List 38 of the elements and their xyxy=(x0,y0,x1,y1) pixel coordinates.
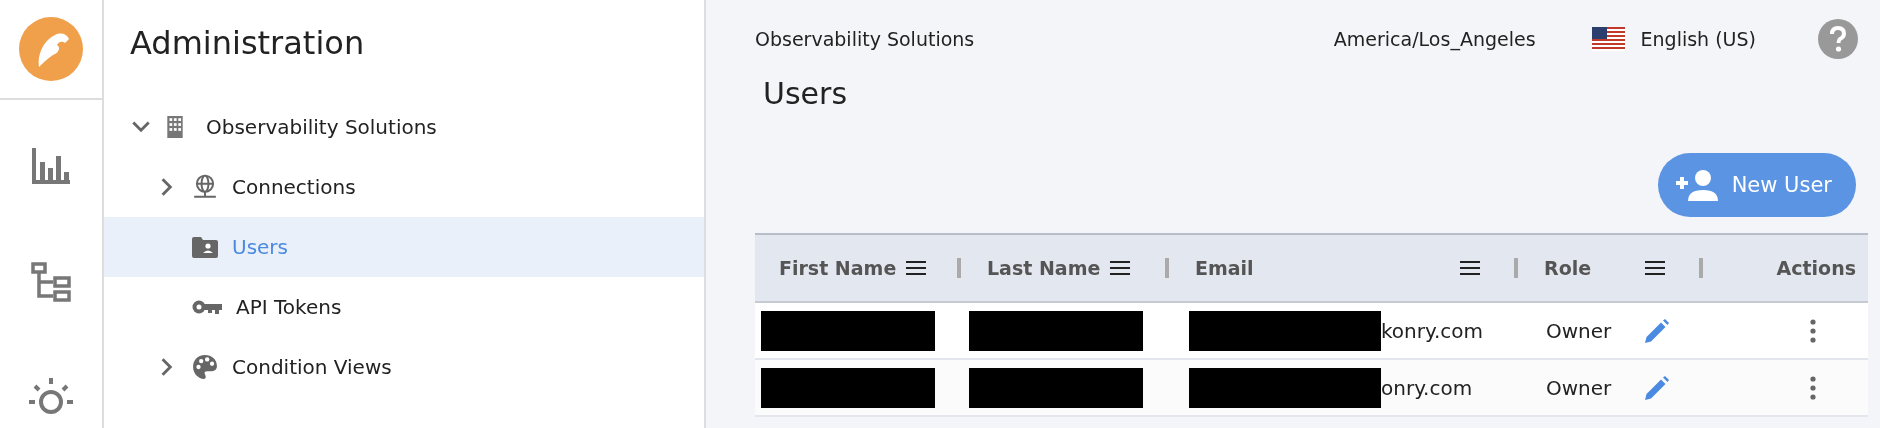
pencil-icon[interactable] xyxy=(1645,375,1670,400)
page-title: Users xyxy=(762,76,848,111)
hierarchy-icon[interactable] xyxy=(31,262,71,302)
building-icon xyxy=(166,116,184,138)
org-name: Observability Solutions xyxy=(755,28,975,50)
tree-item[interactable]: Observability Solutions xyxy=(104,97,704,157)
more-icon[interactable] xyxy=(1810,375,1816,400)
column-header[interactable]: Email xyxy=(1195,257,1254,279)
more-icon[interactable] xyxy=(1810,318,1816,343)
column-header[interactable]: Role xyxy=(1544,257,1592,279)
column-header[interactable]: First Name xyxy=(779,257,897,279)
column-header[interactable]: Actions xyxy=(1776,257,1856,279)
bar-chart-icon[interactable] xyxy=(31,148,71,184)
tree-item[interactable]: Users xyxy=(104,217,704,277)
palette-icon xyxy=(192,354,218,380)
role-text: Owner xyxy=(1546,318,1612,343)
column-header[interactable]: Last Name xyxy=(987,257,1101,279)
panel-title: Administration xyxy=(129,23,366,64)
us-flag-icon xyxy=(1591,27,1625,51)
key-icon xyxy=(192,299,222,315)
column-menu-icon[interactable] xyxy=(906,260,927,276)
email-text: konry.com xyxy=(1381,318,1484,343)
tree-item[interactable]: Condition Views xyxy=(104,337,704,397)
language-selector[interactable]: English (US) xyxy=(1591,27,1756,51)
tree-item[interactable]: Connections xyxy=(104,157,704,217)
column-menu-icon[interactable] xyxy=(1645,260,1665,276)
new-user-button[interactable]: New User xyxy=(1657,153,1856,217)
column-menu-icon[interactable] xyxy=(1460,260,1480,276)
help-icon[interactable] xyxy=(1818,19,1858,59)
add-user-icon xyxy=(1675,169,1720,201)
folder-user-icon xyxy=(192,236,218,258)
role-text: Owner xyxy=(1546,375,1612,400)
tree-item[interactable]: API Tokens xyxy=(104,277,704,337)
email-text: onry.com xyxy=(1381,375,1473,400)
pencil-icon[interactable] xyxy=(1645,318,1670,343)
globe-icon xyxy=(192,174,218,200)
column-menu-icon[interactable] xyxy=(1110,260,1131,276)
timezone-selector[interactable]: America/Los_Angeles xyxy=(1333,28,1536,50)
